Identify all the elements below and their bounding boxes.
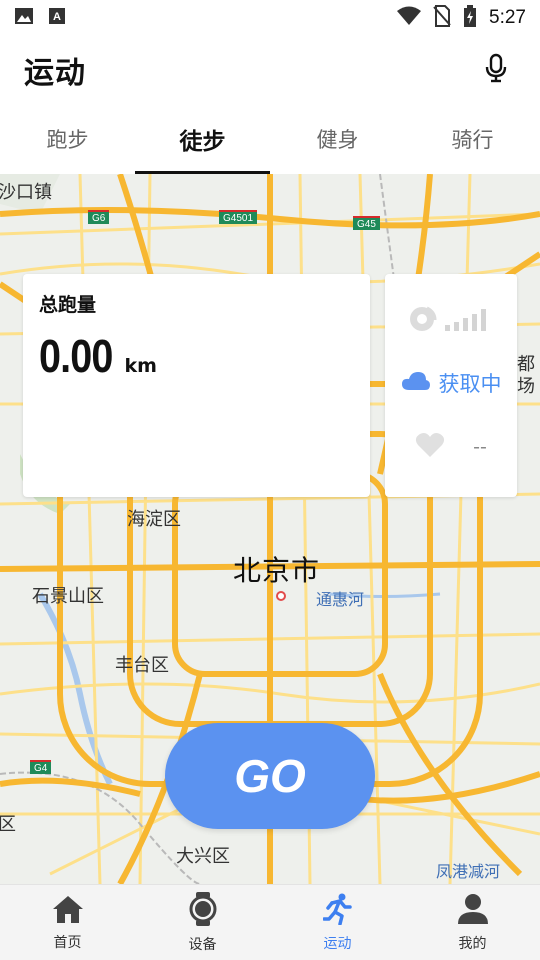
tab-cycling[interactable]: 骑行: [405, 104, 540, 174]
heart-rate-status: --: [385, 432, 517, 462]
app-bar: 运动: [0, 38, 540, 102]
map-label-daxing: 大兴区: [176, 846, 230, 867]
watch-icon: [189, 891, 217, 930]
nav-mine-label: 我的: [458, 935, 487, 952]
heart-icon: [415, 432, 445, 462]
status-time: 5:27: [489, 7, 526, 28]
wifi-icon: [397, 6, 422, 30]
status-bar: A 5:27: [0, 0, 540, 36]
no-sim-icon: [433, 5, 451, 31]
nav-sport[interactable]: 运动: [270, 885, 405, 960]
weather-status: 获取中: [385, 368, 517, 398]
distance-unit: km: [124, 355, 157, 377]
distance-summary-card: 总跑量 0.00 km: [23, 274, 370, 497]
map-label-fenggang: 凤港减河: [436, 862, 501, 881]
map-shield-g4: G4: [30, 760, 52, 774]
gps-status: [385, 304, 517, 338]
nav-sport-label: 运动: [323, 935, 352, 952]
map-label-fengtai: 丰台区: [115, 655, 169, 676]
total-distance-value: 0.00: [39, 330, 113, 382]
gps-satellite-icon: [409, 304, 439, 338]
map-label-chang: 场: [517, 376, 535, 397]
go-button-label: GO: [234, 750, 306, 802]
tab-running[interactable]: 跑步: [0, 104, 135, 174]
city-marker-icon: [276, 591, 286, 601]
map-label-shijingshan: 石景山区: [32, 586, 104, 607]
nav-mine[interactable]: 我的: [405, 885, 540, 960]
person-icon: [457, 893, 489, 929]
go-button[interactable]: GO: [165, 723, 375, 829]
nav-home-label: 首页: [53, 934, 82, 951]
nav-home[interactable]: 首页: [0, 885, 135, 960]
map-label-tonghuihe: 通惠河: [316, 590, 365, 609]
map-label-haidian: 海淀区: [127, 509, 181, 530]
font-a-icon: A: [48, 7, 66, 29]
battery-charging-icon: [463, 5, 477, 31]
gallery-icon: [14, 7, 34, 29]
nav-device-label: 设备: [188, 936, 217, 953]
sport-tabs: 跑步 徒步 健身 骑行: [0, 104, 540, 174]
heart-rate-value: --: [473, 436, 487, 458]
running-icon: [321, 893, 353, 929]
status-side-card: 获取中 --: [385, 274, 517, 497]
bottom-navigation: 首页 设备 运动 我的: [0, 884, 540, 960]
home-icon: [52, 894, 84, 928]
map-shield-g45: G45: [353, 216, 380, 230]
map-label-shahe: 沙口镇: [0, 182, 52, 203]
map-shield-g4501: G4501: [219, 210, 258, 224]
microphone-button[interactable]: [476, 50, 516, 90]
svg-text:A: A: [53, 11, 61, 23]
nav-device[interactable]: 设备: [135, 885, 270, 960]
microphone-icon: [484, 53, 508, 87]
page-title: 运动: [24, 56, 86, 91]
tab-fitness[interactable]: 健身: [270, 104, 405, 174]
total-distance-label: 总跑量: [39, 294, 97, 316]
map-label-qu: 区: [0, 814, 16, 835]
cloud-icon: [401, 370, 431, 396]
map-shield-g6: G6: [88, 210, 110, 224]
tab-hiking[interactable]: 徒步: [135, 104, 270, 174]
weather-text: 获取中: [438, 372, 502, 396]
map-label-beijing: 北京市: [233, 554, 321, 587]
signal-bars-icon: [445, 307, 493, 335]
